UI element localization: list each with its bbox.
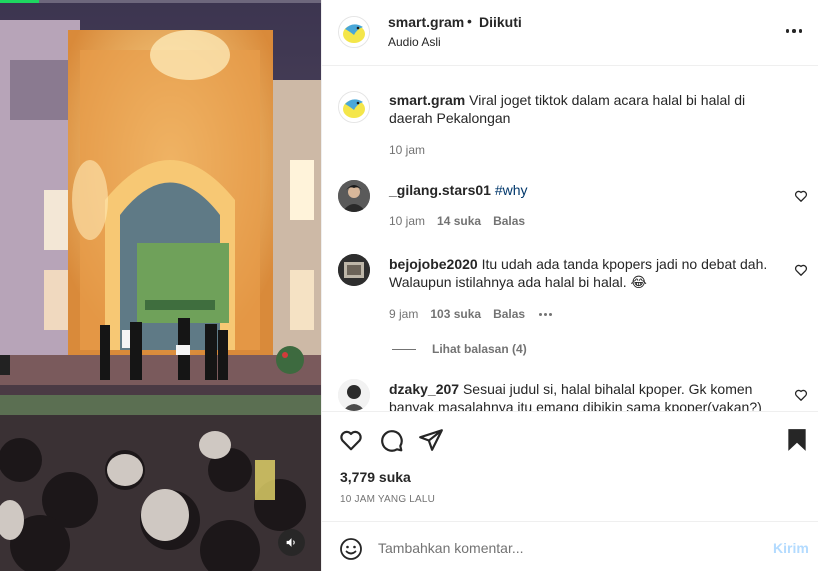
comment-options-icon[interactable] <box>539 312 553 316</box>
heart-icon[interactable] <box>794 388 808 402</box>
comment-meta: 10 jam 14 suka Balas <box>389 214 525 228</box>
add-comment-bar: Kirim <box>322 521 818 571</box>
comment-username[interactable]: _gilang.stars01 <box>389 182 491 198</box>
heart-icon[interactable] <box>794 263 808 277</box>
bird-logo-icon <box>339 17 369 47</box>
reply-button[interactable]: Balas <box>493 214 525 228</box>
view-replies-label: Lihat balasan (4) <box>432 342 527 356</box>
comment-text: dzaky_207 Sesuai judul si, halal bihalal… <box>389 380 789 411</box>
user-photo-icon <box>338 254 370 286</box>
comment-avatar[interactable] <box>338 254 370 286</box>
more-horizontal-icon <box>785 29 803 33</box>
caption-text: smart.gram Viral joget tiktok dalam acar… <box>389 91 789 127</box>
author-username[interactable]: smart.gram <box>388 14 464 30</box>
share-icon[interactable] <box>418 427 444 453</box>
comment-input[interactable] <box>378 534 758 562</box>
comment-likes[interactable]: 14 suka <box>437 214 481 228</box>
caption-meta: 10 jam <box>389 143 425 157</box>
comment-text: bejojobe2020 Itu udah ada tanda kpopers … <box>389 255 789 291</box>
comment-username[interactable]: dzaky_207 <box>389 381 459 397</box>
mute-button[interactable] <box>278 529 305 556</box>
bird-logo-icon <box>339 92 369 122</box>
audio-link[interactable]: Audio Asli <box>388 35 441 49</box>
caption-username[interactable]: smart.gram <box>389 92 465 108</box>
post-details-panel: smart.gram • Diikuti Audio Asli smart.gr… <box>321 0 818 571</box>
post-header: smart.gram • Diikuti Audio Asli <box>322 0 818 66</box>
bookmark-icon[interactable] <box>784 427 810 453</box>
follow-status-button[interactable]: Diikuti <box>479 14 522 30</box>
video-progress-fill <box>0 0 39 3</box>
comment-hashtag[interactable]: #why <box>495 182 528 198</box>
header-separator: • <box>467 13 472 29</box>
comment-meta: 9 jam 103 suka Balas <box>389 307 553 321</box>
post-video[interactable] <box>0 0 321 571</box>
comment-avatar[interactable] <box>338 379 370 411</box>
replies-divider <box>392 348 416 350</box>
comment-username[interactable]: bejojobe2020 <box>389 256 478 272</box>
post-actions: 3,779 suka 10 JAM YANG LALU <box>322 411 818 521</box>
author-avatar[interactable] <box>338 16 370 48</box>
reply-button[interactable]: Balas <box>493 307 525 321</box>
comment-icon[interactable] <box>378 427 404 453</box>
video-progress-bar[interactable] <box>0 0 321 3</box>
comment-avatar[interactable] <box>338 180 370 212</box>
comments-list[interactable]: smart.gram Viral joget tiktok dalam acar… <box>322 67 818 411</box>
post-comment-button[interactable]: Kirim <box>773 540 809 556</box>
comment-time[interactable]: 10 jam <box>389 214 425 228</box>
likes-count[interactable]: 3,779 suka <box>340 469 411 485</box>
user-photo-icon <box>338 379 370 411</box>
post-time[interactable]: 10 JAM YANG LALU <box>340 494 435 505</box>
caption-time[interactable]: 10 jam <box>389 143 425 157</box>
heart-icon[interactable] <box>338 427 364 453</box>
view-replies-button[interactable]: Lihat balasan (4) <box>392 342 527 356</box>
caption-author-avatar[interactable] <box>338 91 370 123</box>
user-photo-icon <box>338 180 370 212</box>
comment-likes[interactable]: 103 suka <box>430 307 481 321</box>
speaker-icon <box>286 538 295 547</box>
comment-text: _gilang.stars01 #why <box>389 181 789 199</box>
emoji-icon[interactable] <box>339 537 363 561</box>
comment-time[interactable]: 9 jam <box>389 307 418 321</box>
heart-icon[interactable] <box>794 189 808 203</box>
video-frame <box>0 0 321 571</box>
more-options-button[interactable] <box>782 22 806 40</box>
